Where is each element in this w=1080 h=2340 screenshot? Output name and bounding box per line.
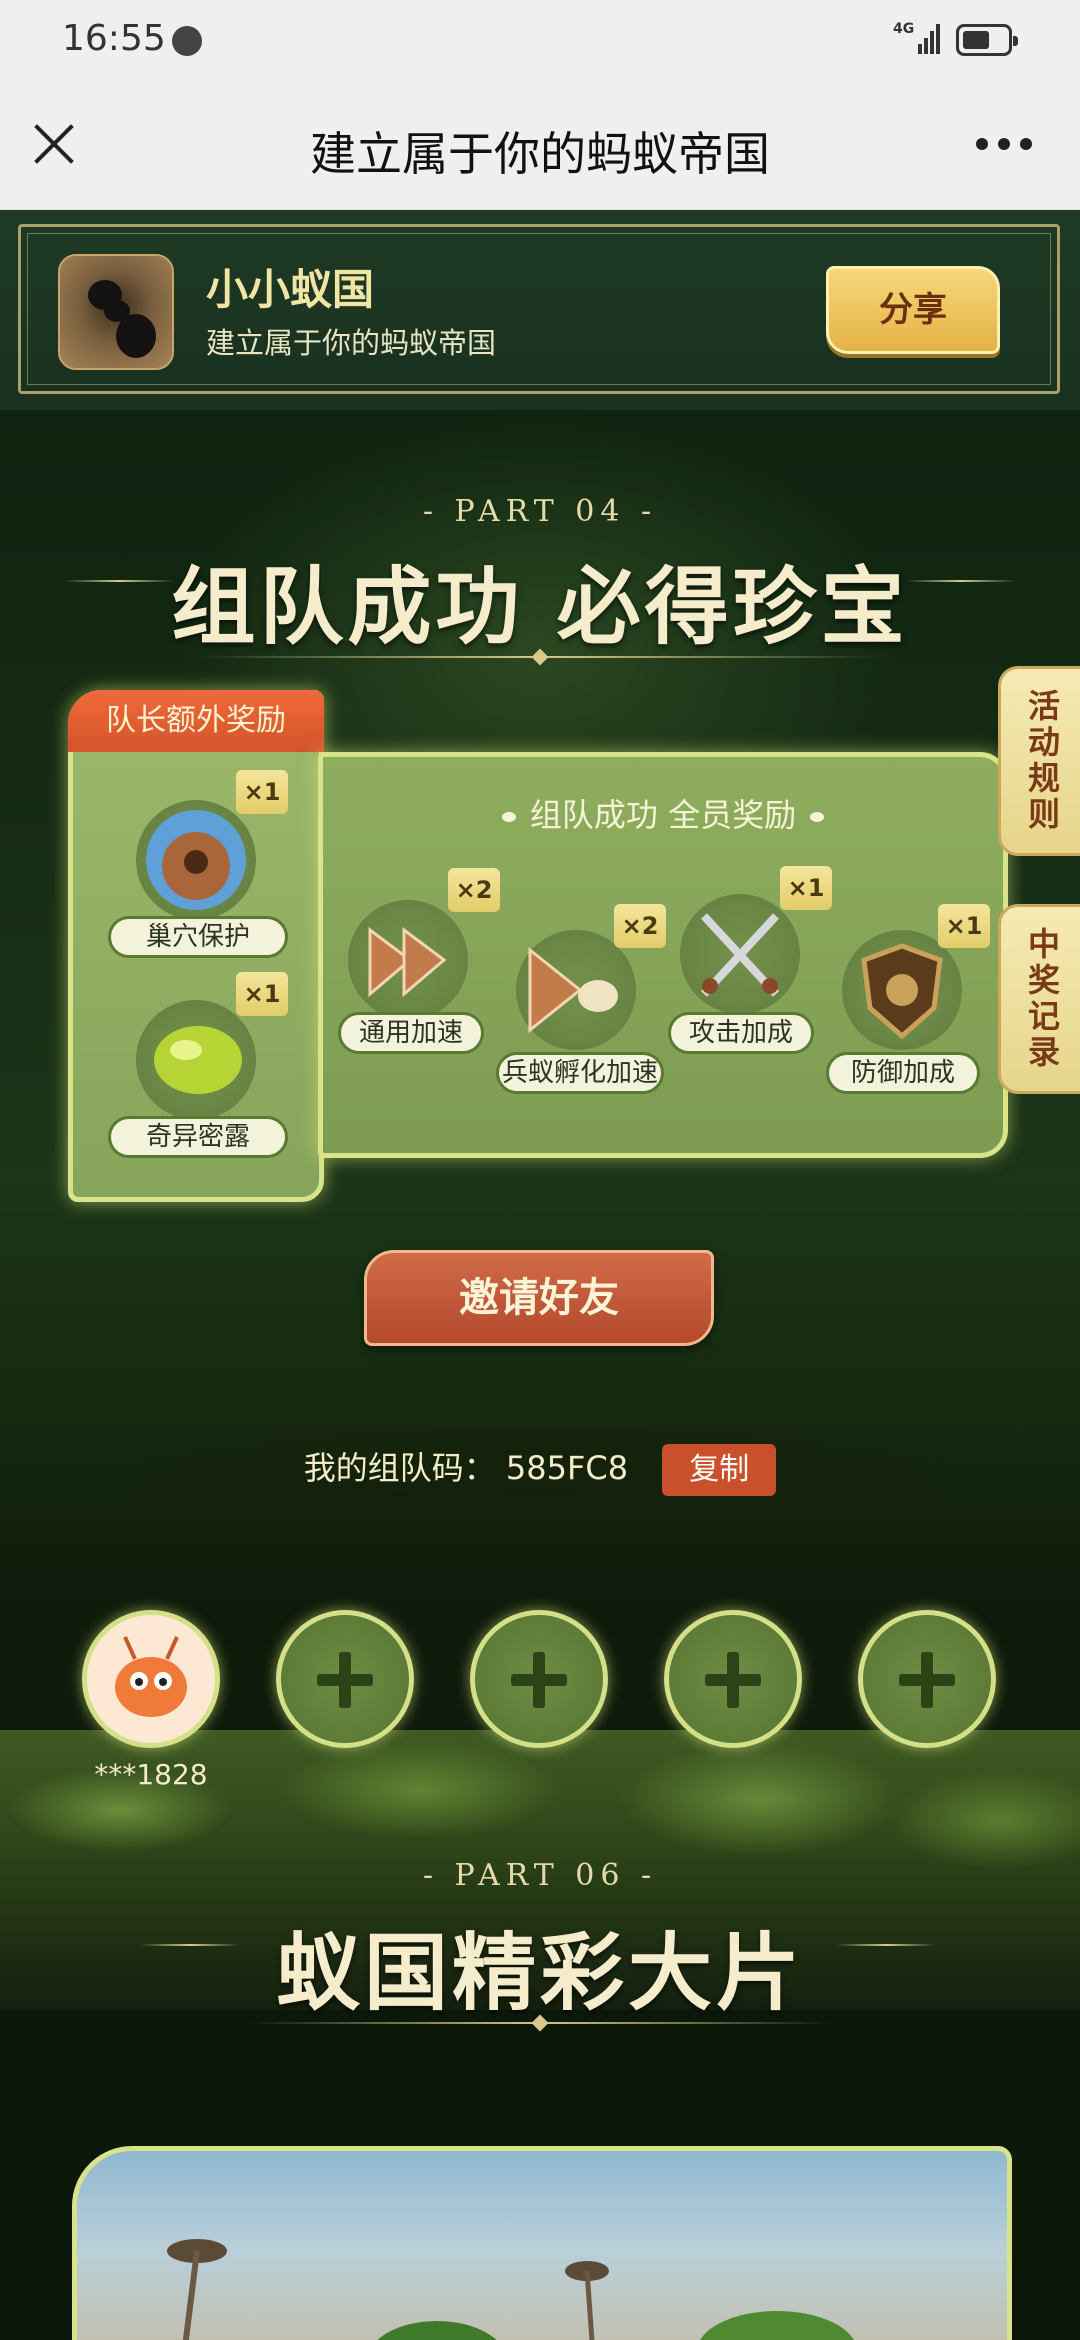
status-time: 16:55 — [62, 18, 166, 59]
flourish-right — [906, 568, 1016, 598]
flourish-right — [836, 1932, 936, 1962]
add-member-slot[interactable] — [858, 1610, 996, 1748]
count-badge: ×1 — [236, 770, 288, 814]
team-code-label: 我的组队码： — [303, 1449, 496, 1487]
rules-tab[interactable]: 活动规则 — [998, 666, 1080, 856]
hatch-speedup-icon — [516, 930, 636, 1050]
section-heading: 组队成功 必得珍宝 — [171, 558, 909, 656]
records-tab[interactable]: 中奖记录 — [998, 904, 1080, 1094]
app-banner: 小小蚁国 建立属于你的蚂蚁帝国 分享 — [0, 210, 1080, 410]
reward-label: 通用加速 — [338, 1012, 484, 1054]
sync-icon — [172, 26, 202, 56]
leader-reward-tab: 队长额外奖励 — [68, 690, 324, 752]
avatar — [82, 1610, 220, 1748]
reward-label: 攻击加成 — [668, 1012, 814, 1054]
reward-label: 巢穴保护 — [108, 916, 288, 958]
copy-button[interactable]: 复制 — [662, 1444, 777, 1496]
section-heading: 蚁国精彩大片 — [275, 1924, 804, 2022]
flourish-left — [64, 568, 174, 598]
reward-label: 奇异密露 — [108, 1116, 288, 1158]
add-member-slot[interactable] — [664, 1610, 802, 1748]
title-bar: 建立属于你的蚂蚁帝国 — [0, 80, 1080, 210]
signal-icon — [918, 22, 944, 54]
app-icon[interactable] — [58, 254, 174, 370]
video-preview[interactable] — [72, 2146, 1012, 2340]
team-reward-title: 组队成功 全员奖励 — [318, 790, 1008, 836]
app-name: 小小蚁国 — [206, 265, 375, 314]
invite-friends-button[interactable]: 邀请好友 — [364, 1250, 714, 1346]
shield-icon — [842, 930, 962, 1050]
share-button[interactable]: 分享 — [826, 266, 1000, 354]
app-subtitle: 建立属于你的蚂蚁帝国 — [206, 326, 497, 360]
heading-underline — [200, 648, 880, 678]
honeydew-icon — [136, 1000, 256, 1120]
page-title: 建立属于你的蚂蚁帝国 — [310, 127, 770, 181]
count-badge: ×2 — [614, 904, 666, 948]
add-member-slot[interactable] — [276, 1610, 414, 1748]
status-bar: 16:55 4G — [0, 0, 1080, 80]
count-badge: ×1 — [938, 904, 990, 948]
heading-underline — [250, 2014, 830, 2044]
network-type: 4G — [893, 21, 915, 37]
team-code-value: 585FC8 — [505, 1449, 629, 1487]
nest-icon — [136, 800, 256, 920]
count-badge: ×2 — [448, 868, 500, 912]
reward-label: 兵蚁孵化加速 — [496, 1052, 664, 1094]
more-icon[interactable] — [976, 138, 1032, 152]
add-member-slot[interactable] — [470, 1610, 608, 1748]
member-name: ***1828 — [94, 1758, 208, 1791]
count-badge: ×1 — [236, 972, 288, 1016]
part-label: - PART 04 - — [422, 494, 658, 529]
battery-icon — [956, 24, 1018, 56]
speedup-icon — [348, 900, 468, 1020]
team-code-row: 我的组队码： 585FC8 复制 — [0, 1438, 1080, 1498]
swords-icon — [680, 894, 800, 1014]
part-label: - PART 06 - — [422, 1858, 658, 1893]
flourish-left — [140, 1932, 240, 1962]
count-badge: ×1 — [780, 866, 832, 910]
reward-label: 防御加成 — [826, 1052, 980, 1094]
